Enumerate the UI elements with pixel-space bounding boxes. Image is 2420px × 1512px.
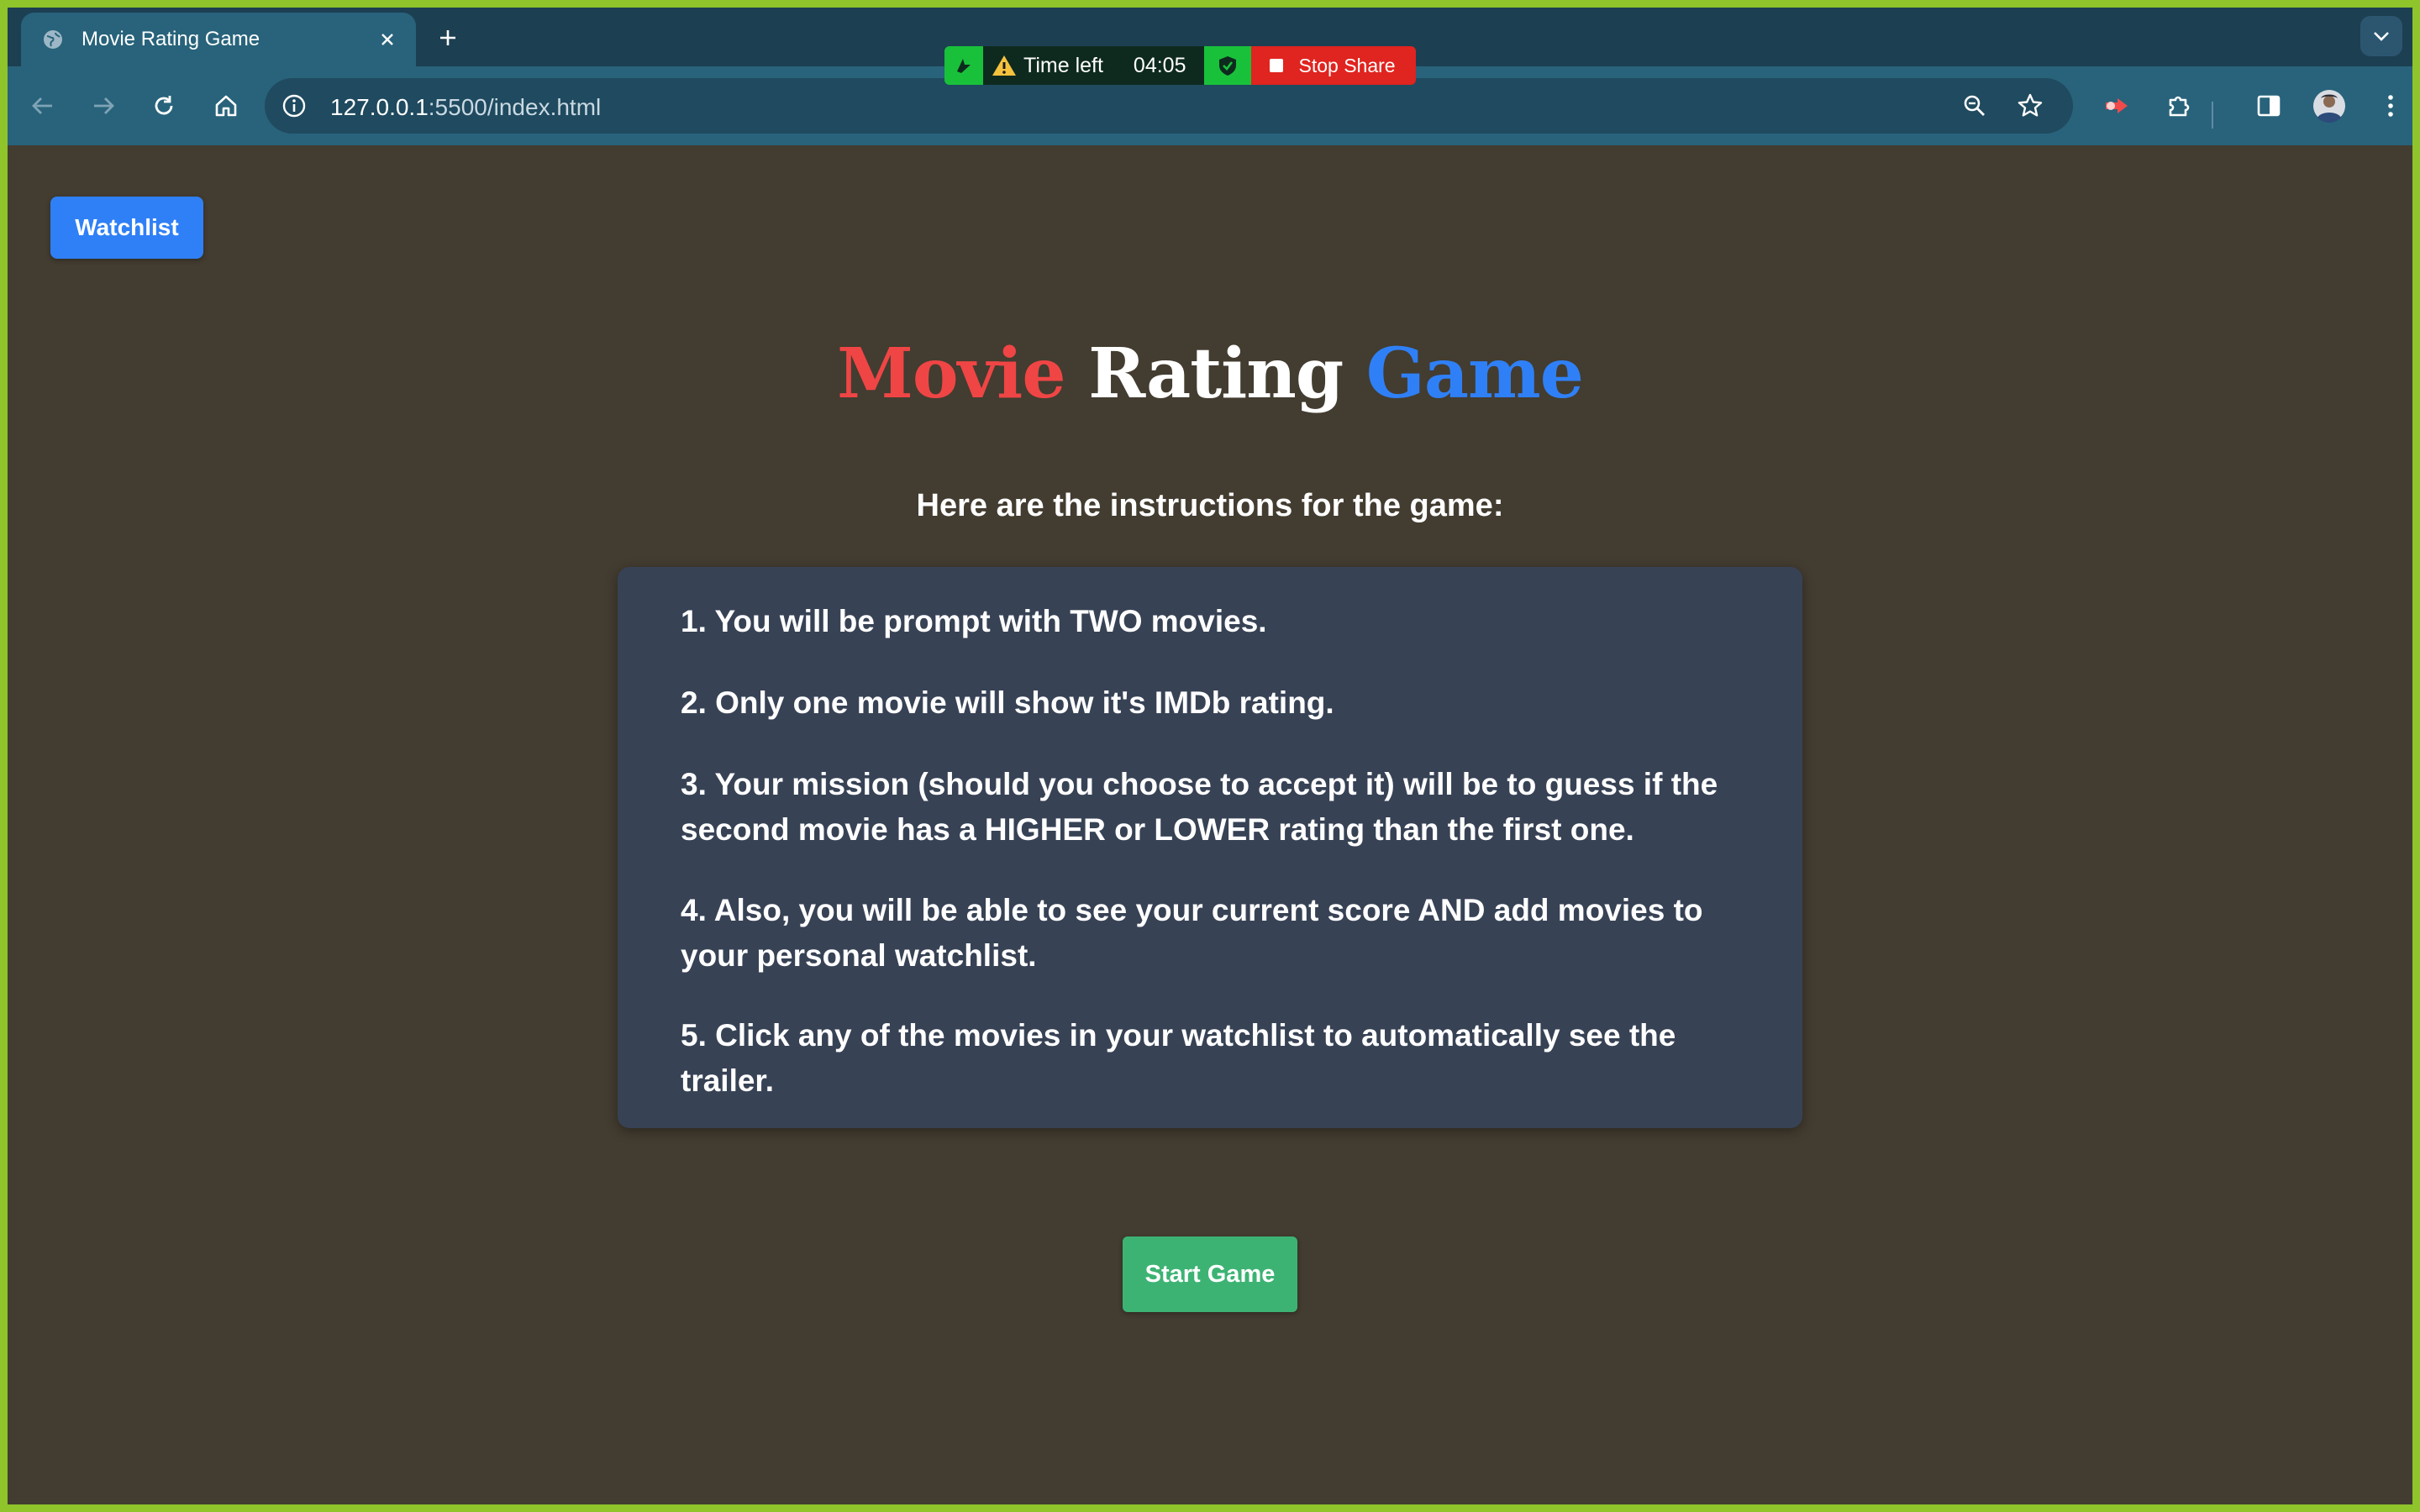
plus-icon[interactable] [429, 19, 466, 56]
url-text[interactable]: 127.0.0.1:5500/index.html [330, 94, 601, 121]
site-info-icon[interactable] [280, 92, 308, 120]
time-left-display: Time left 04:05 [983, 46, 1205, 85]
page-title: Movie Rating Game [8, 333, 2412, 414]
zoom-icon[interactable] [1955, 87, 1994, 125]
time-left-value: 04:05 [1133, 53, 1186, 77]
watchlist-button[interactable]: Watchlist [50, 197, 203, 259]
share-grip-icon[interactable] [944, 46, 983, 85]
forward-arrow-icon[interactable] [83, 86, 124, 126]
close-icon[interactable] [371, 23, 404, 56]
instruction-step-3: 3. Your mission (should you choose to ac… [681, 767, 1718, 847]
url-path: :5500/index.html [428, 94, 602, 120]
stop-share-label: Stop Share [1298, 54, 1396, 76]
instruction-step-2: 2. Only one movie will show it's IMDb ra… [681, 685, 1334, 720]
browser-window: Movie Rating Game 127.0.0.1:5500/index.h… [8, 8, 2412, 1504]
chevron-down-icon[interactable] [2360, 16, 2402, 56]
star-icon[interactable] [2011, 87, 2049, 125]
shield-icon[interactable] [1204, 46, 1252, 85]
stop-share-button[interactable]: Stop Share [1251, 46, 1416, 85]
instructions-heading: Here are the instructions for the game: [916, 488, 1504, 523]
back-arrow-icon[interactable] [23, 86, 63, 126]
instructions-card: 1. You will be prompt with TWO movies. 2… [618, 567, 1802, 1128]
page-content: Watchlist Movie Rating Game Here are the… [8, 145, 2412, 1504]
puzzle-icon[interactable] [2160, 86, 2200, 126]
start-game-button[interactable]: Start Game [1123, 1236, 1297, 1312]
stop-icon [1270, 59, 1284, 72]
screen-share-extension-icon[interactable] [2097, 86, 2138, 126]
time-left-label: Time left [1023, 53, 1103, 77]
title-word-movie: Movie [837, 333, 1065, 414]
profile-avatar[interactable] [2309, 86, 2349, 126]
warning-icon [992, 54, 1017, 77]
instruction-step-4: 4. Also, you will be able to see your cu… [681, 893, 1703, 973]
reload-icon[interactable] [144, 86, 184, 126]
address-bar[interactable]: 127.0.0.1:5500/index.html [265, 78, 2073, 134]
toolbar-separator [2212, 102, 2213, 129]
kebab-menu-icon[interactable] [2370, 86, 2411, 126]
tab-movie-rating-game[interactable]: Movie Rating Game [21, 13, 416, 66]
globe-icon [41, 28, 65, 51]
home-icon[interactable] [206, 86, 246, 126]
url-host: 127.0.0.1 [330, 94, 429, 120]
side-panel-icon[interactable] [2249, 86, 2289, 126]
tab-title: Movie Rating Game [82, 28, 260, 50]
instruction-step-1: 1. You will be prompt with TWO movies. [681, 604, 1267, 638]
screen-share-banner: Time left 04:05 Stop Share [944, 46, 1416, 85]
title-word-rating: Rating [1088, 333, 1344, 414]
instruction-step-5: 5. Click any of the movies in your watch… [681, 1018, 1676, 1098]
title-word-game: Game [1365, 333, 1584, 414]
